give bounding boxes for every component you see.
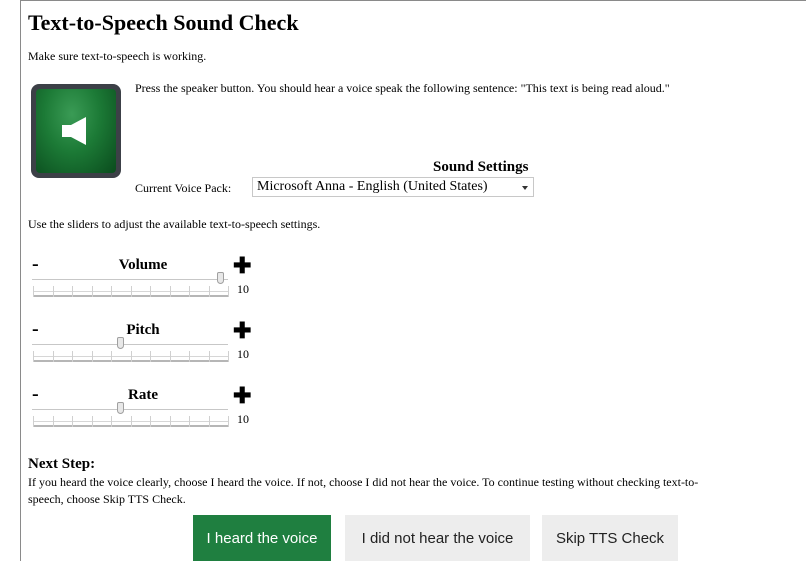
rate-slider-group: - Rate ✚ 10 (28, 383, 258, 447)
pitch-slider-scale (33, 351, 229, 365)
sliders-help-text: Use the sliders to adjust the available … (28, 217, 321, 231)
next-step-text: If you heard the voice clearly, choose I… (28, 474, 806, 508)
rate-slider-thumb[interactable] (116, 402, 124, 414)
volume-increase-button[interactable]: ✚ (233, 255, 251, 277)
speaker-button-face (36, 89, 116, 173)
rate-slider-scale (33, 416, 229, 430)
next-step-heading: Next Step: (28, 456, 96, 472)
pitch-label: Pitch (126, 322, 160, 338)
volume-slider-scale (33, 286, 229, 300)
volume-label: Volume (118, 257, 168, 273)
pitch-value: 10 (237, 347, 249, 361)
chevron-down-icon (522, 186, 528, 190)
heard-voice-button[interactable]: I heard the voice (193, 515, 331, 561)
sound-settings-heading: Sound Settings (433, 159, 529, 175)
rate-value: 10 (237, 412, 249, 426)
volume-slider-thumb[interactable] (216, 272, 224, 284)
rate-increase-button[interactable]: ✚ (233, 385, 251, 407)
page-subtitle: Make sure text-to-speech is working. (28, 49, 207, 63)
volume-value: 10 (237, 282, 249, 296)
next-step-line-1: If you heard the voice clearly, choose I… (28, 475, 699, 489)
pitch-increase-button[interactable]: ✚ (233, 320, 251, 342)
rate-label: Rate (128, 387, 158, 403)
volume-slider-group: - Volume ✚ 10 (28, 253, 258, 317)
speaker-icon (62, 117, 86, 145)
pitch-slider-thumb[interactable] (116, 337, 124, 349)
volume-slider-track[interactable] (32, 279, 228, 280)
page-title: Text-to-Speech Sound Check (28, 10, 299, 35)
pitch-slider-group: - Pitch ✚ 10 (28, 318, 258, 382)
speaker-instructions: Press the speaker button. You should hea… (135, 81, 670, 95)
skip-tts-button[interactable]: Skip TTS Check (542, 515, 678, 561)
voice-pack-selected: Microsoft Anna - English (United States) (257, 179, 488, 194)
rate-slider-track[interactable] (32, 409, 228, 410)
voice-pack-label: Current Voice Pack: (135, 181, 232, 195)
speaker-button[interactable] (31, 84, 121, 178)
did-not-hear-button[interactable]: I did not hear the voice (345, 515, 530, 561)
voice-pack-select[interactable]: Microsoft Anna - English (United States) (252, 177, 534, 197)
next-step-line-2: speech, choose Skip TTS Check. (28, 492, 186, 506)
pitch-slider-track[interactable] (32, 344, 228, 345)
